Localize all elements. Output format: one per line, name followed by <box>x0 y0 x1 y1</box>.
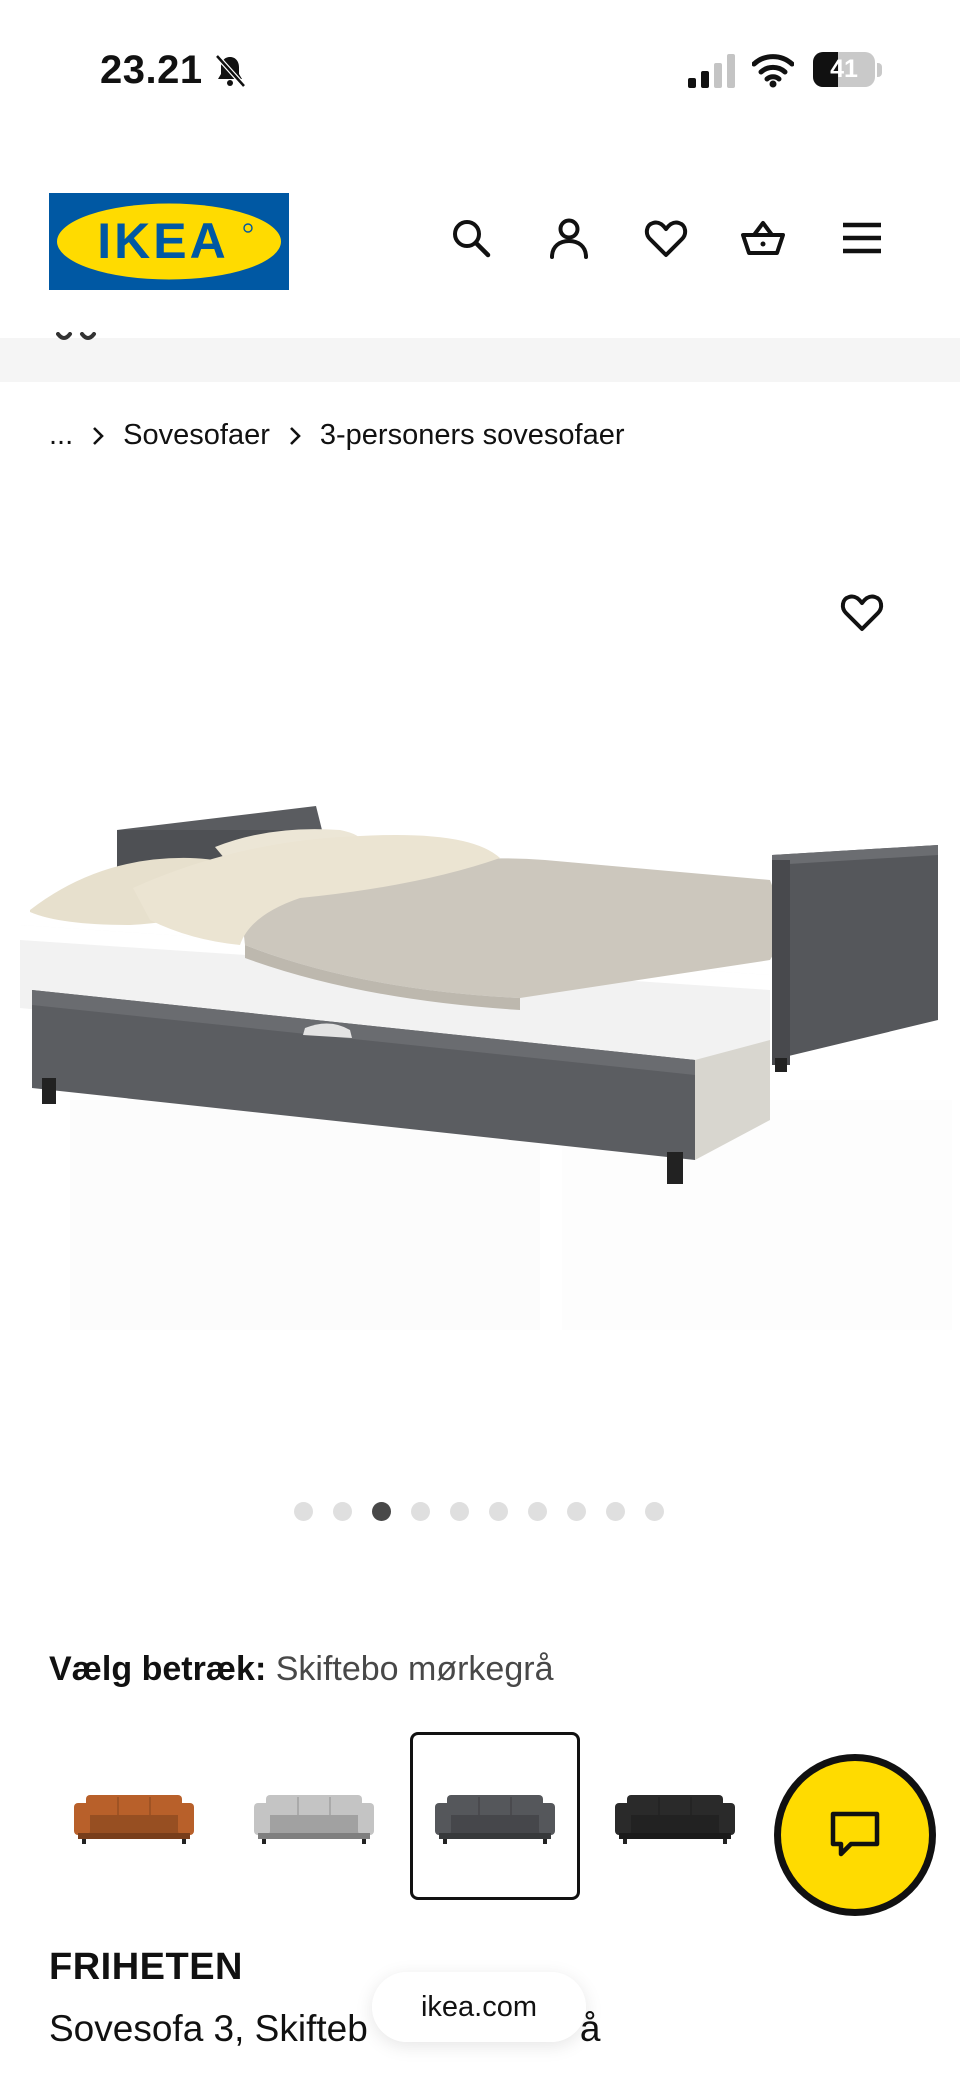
sofa-thumbnail <box>435 1795 555 1844</box>
favourites-button[interactable] <box>640 212 692 264</box>
cover-swatch[interactable] <box>590 1732 760 1900</box>
chevron-right-icon <box>73 418 123 452</box>
carousel-dot[interactable] <box>411 1502 430 1521</box>
ikea-logo[interactable]: IKEA <box>49 193 289 290</box>
add-to-wishlist-button[interactable] <box>836 586 888 638</box>
chat-button-face <box>781 1761 929 1909</box>
product-description-text: Sovesofa 3, Skifteb <box>49 2008 368 2049</box>
sofa-bed-illustration <box>20 806 952 1330</box>
cover-selector-label: Vælg betræk: Skiftebo mørkegrå <box>49 1650 553 1689</box>
carousel-dot[interactable] <box>372 1502 391 1521</box>
breadcrumb-sovesofaer[interactable]: Sovesofaer <box>123 419 270 452</box>
search-button[interactable] <box>445 212 497 264</box>
cover-swatch[interactable] <box>49 1732 219 1900</box>
profile-button[interactable] <box>543 212 595 264</box>
cover-swatch[interactable] <box>410 1732 580 1900</box>
header-divider-band <box>0 338 960 382</box>
profile-icon <box>550 218 588 259</box>
battery-level: 41 <box>830 55 858 83</box>
battery-nub <box>877 63 882 77</box>
carousel-dot[interactable] <box>606 1502 625 1521</box>
svg-text:IKEA: IKEA <box>97 213 228 269</box>
chat-button[interactable] <box>774 1754 936 1916</box>
sofa-thumbnail <box>74 1795 194 1844</box>
product-image[interactable] <box>0 520 960 1440</box>
menu-button[interactable] <box>836 212 888 264</box>
carousel-dot[interactable] <box>489 1502 508 1521</box>
menu-icon <box>843 222 881 254</box>
breadcrumb: ... Sovesofaer 3-personers sovesofaer <box>49 410 625 460</box>
carousel-dot[interactable] <box>567 1502 586 1521</box>
browser-url: ikea.com <box>420 1990 538 2023</box>
sofa-thumbnail <box>254 1795 374 1844</box>
breadcrumb-3-personers[interactable]: 3-personers sovesofaer <box>320 419 625 452</box>
image-carousel-dots[interactable] <box>294 1502 684 1522</box>
product-name: FRIHETEN <box>49 1946 243 1988</box>
site-header: IKEA <box>0 180 960 320</box>
carousel-dot[interactable] <box>333 1502 352 1521</box>
sofa-thumbnail <box>615 1795 735 1844</box>
browser-url-bar[interactable]: ikea.com <box>372 1972 586 2042</box>
cover-value: Skiftebo mørkegrå <box>275 1650 554 1688</box>
status-time: 23.21 <box>100 48 203 92</box>
carousel-dot[interactable] <box>450 1502 469 1521</box>
battery-icon: 41 <box>813 52 875 87</box>
cover-swatch[interactable] <box>229 1732 399 1900</box>
partial-icon <box>56 332 96 340</box>
signal-icon <box>688 54 735 88</box>
carousel-dot[interactable] <box>294 1502 313 1521</box>
bell-slash-icon <box>215 54 246 88</box>
heart-icon <box>840 594 884 631</box>
ikea-logo-graphic: IKEA <box>49 193 289 290</box>
cover-label: Vælg betræk: <box>49 1650 267 1688</box>
status-bar: 23.21 41 <box>0 0 960 140</box>
carousel-dot[interactable] <box>645 1502 664 1521</box>
basket-button[interactable] <box>737 212 789 264</box>
basket-icon <box>741 221 785 255</box>
breadcrumb-more[interactable]: ... <box>49 419 73 452</box>
chevron-right-icon <box>270 418 320 452</box>
search-icon <box>453 220 491 258</box>
chat-bubble-icon <box>830 1811 880 1857</box>
heart-icon <box>644 220 688 257</box>
carousel-dot[interactable] <box>528 1502 547 1521</box>
wifi-icon <box>752 54 794 88</box>
